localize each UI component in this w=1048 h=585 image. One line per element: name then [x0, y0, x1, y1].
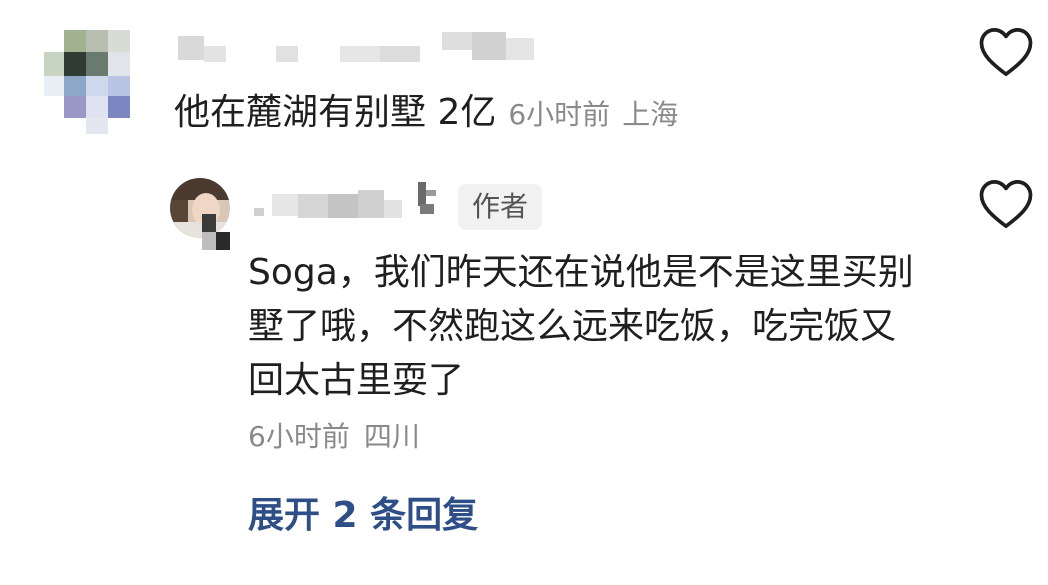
reply-location: 四川	[363, 420, 420, 453]
username-redacted[interactable]	[174, 28, 546, 76]
avatar[interactable]	[44, 30, 140, 134]
comment-row: 他在麓湖有别墅 2亿 6小时前 上海	[174, 88, 678, 140]
avatar-icon	[170, 178, 230, 250]
reply-time: 6小时前	[248, 420, 350, 453]
comment-time: 6小时前	[508, 98, 611, 131]
comment-text: 他在麓湖有别墅 2亿	[174, 92, 497, 133]
username-redacted[interactable]	[250, 180, 450, 232]
reply-meta: 6小时前 四川	[248, 415, 420, 455]
like-icon[interactable]	[978, 26, 1034, 78]
like-icon[interactable]	[978, 178, 1034, 230]
comment-location: 上海	[622, 98, 679, 131]
author-badge: 作者	[458, 184, 543, 230]
avatar-icon	[44, 30, 130, 134]
heart-outline-icon	[979, 179, 1033, 229]
expand-replies-button[interactable]: 展开 2 条回复	[248, 486, 478, 538]
pixelated-username	[254, 182, 436, 218]
reply-text: Soga，我们昨天还在说他是不是这里买别墅了哦，不然跑这么远来吃饭，吃完饭又回太…	[248, 252, 914, 401]
heart-outline-icon	[979, 27, 1033, 77]
reply-avatar[interactable]	[168, 178, 238, 258]
pixelated-username	[178, 32, 534, 62]
